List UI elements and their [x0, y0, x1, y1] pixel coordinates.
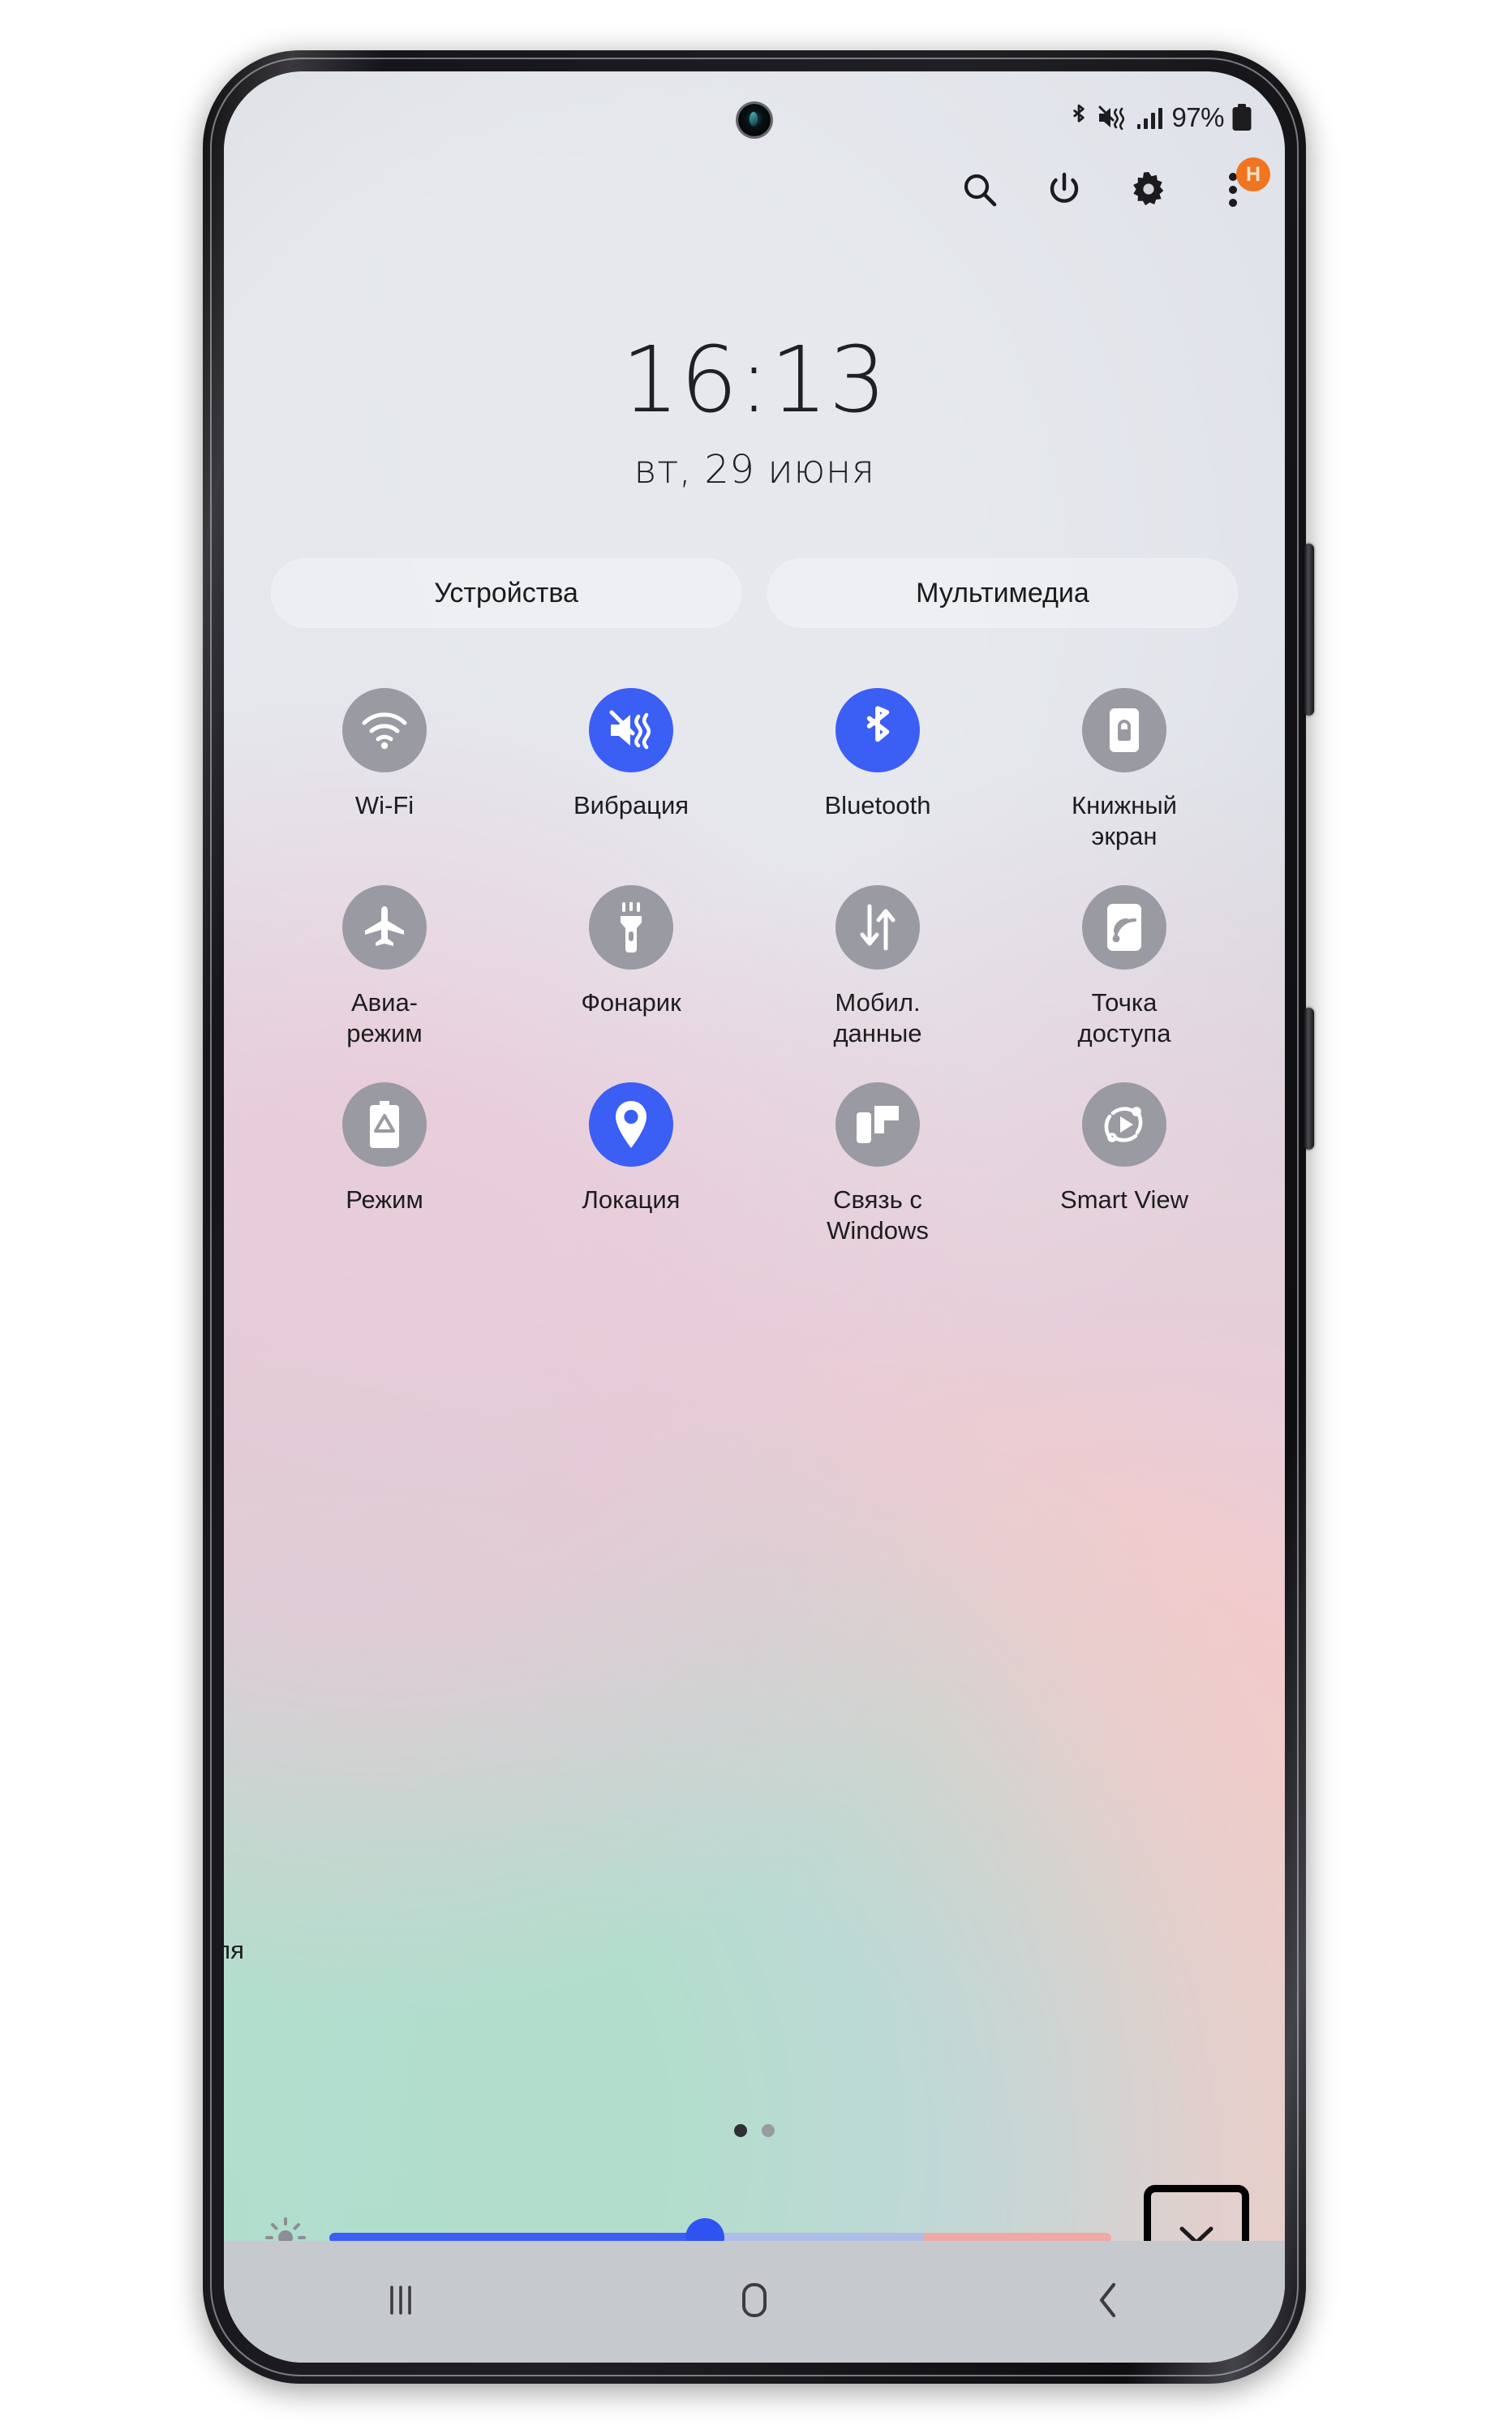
- quick-panel-pill-row: Устройства Мультимедиа: [271, 558, 1238, 628]
- home-icon: [737, 2280, 772, 2324]
- front-camera-punch-hole-icon: [738, 104, 771, 136]
- toggle-label: Мобил. данные: [833, 987, 922, 1048]
- phone-screen: 97% H 16:13 вт, 29 июня Устройства Мульт…: [224, 71, 1285, 2363]
- status-bar: 97%: [1068, 102, 1252, 133]
- toggle-label: Режим: [346, 1185, 423, 1214]
- wifi-icon: [342, 688, 427, 772]
- quick-settings-toggle-grid: Wi-Fi Вибрация Bluetooth Книжный экран А…: [261, 656, 1248, 1247]
- media-pill-button[interactable]: Мультимедиа: [767, 558, 1238, 628]
- toggle-label: Связь с Windows: [827, 1185, 929, 1245]
- clock-widget: 16:13 вт, 29 июня: [224, 335, 1285, 492]
- page-dot-2[interactable]: [762, 2124, 775, 2137]
- toggle-label: Wi-Fi: [354, 791, 415, 819]
- volume-rocker-button[interactable]: [1304, 544, 1314, 716]
- toggle-power-saving-mode[interactable]: Режим: [261, 1050, 508, 1247]
- cellular-signal-icon: [1136, 105, 1164, 131]
- search-button[interactable]: [957, 169, 1003, 214]
- page-dot-1[interactable]: [734, 2124, 747, 2137]
- toggle-mobile-data[interactable]: Мобил. данные: [754, 853, 1001, 1050]
- clock-time: 16:13: [621, 328, 887, 433]
- link-to-windows-icon: [835, 1082, 920, 1167]
- more-options-button[interactable]: H: [1210, 157, 1270, 214]
- toggle-screen-rotation-lock[interactable]: Книжный экран: [1001, 656, 1248, 853]
- devices-pill-button[interactable]: Устройства: [271, 558, 741, 628]
- toggle-hotspot[interactable]: Точка доступа: [1001, 853, 1248, 1050]
- location-pin-icon: [589, 1082, 673, 1167]
- hotspot-icon: [1082, 884, 1166, 970]
- quick-panel-header-actions: H: [957, 157, 1270, 214]
- toggle-label: Фонарик: [581, 987, 681, 1017]
- toggle-flashlight[interactable]: Фонарик: [508, 853, 754, 1050]
- toggle-location[interactable]: Локация: [508, 1050, 754, 1247]
- toggle-label: Локация: [582, 1185, 681, 1214]
- back-icon: [1094, 2280, 1122, 2324]
- clock-date: вт, 29 июня: [634, 447, 875, 492]
- page-indicator: [224, 2124, 1285, 2137]
- toggle-label: Авиа-режим: [346, 987, 423, 1048]
- phone-frame: 97% H 16:13 вт, 29 июня Устройства Мульт…: [203, 50, 1314, 2384]
- mobile-data-icon: [835, 884, 920, 970]
- recents-button[interactable]: [352, 2257, 449, 2346]
- gear-icon: [1128, 170, 1169, 214]
- smart-view-icon: [1082, 1082, 1166, 1167]
- toggle-airplane-mode[interactable]: Авиа-режим: [261, 853, 508, 1050]
- screen-rotation-lock-icon: [1082, 688, 1166, 772]
- back-button[interactable]: [1059, 2257, 1157, 2346]
- recents-icon: [383, 2281, 419, 2324]
- toggle-smart-view[interactable]: Smart View: [1001, 1050, 1248, 1247]
- navigation-bar: [224, 2241, 1285, 2363]
- toggle-row-2: Авиа-режим Фонарик Мобил. данные Точка д…: [261, 853, 1248, 1050]
- bluetooth-icon: [1068, 104, 1089, 131]
- power-button-header[interactable]: [1042, 169, 1087, 214]
- home-button[interactable]: [706, 2257, 803, 2346]
- flashlight-icon: [589, 884, 673, 970]
- vibrate-mute-icon: [1097, 104, 1129, 131]
- vibrate-icon: [589, 688, 673, 772]
- toggle-label: Книжный экран: [1072, 791, 1177, 851]
- search-icon: [960, 170, 999, 213]
- power-icon: [1045, 170, 1084, 213]
- clipped-overflow-label: ля: [224, 1936, 244, 1964]
- battery-full-icon: [1231, 104, 1252, 131]
- toggle-label: Smart View: [1060, 1185, 1188, 1214]
- toggle-label: Вибрация: [573, 791, 689, 819]
- power-side-button[interactable]: [1304, 1008, 1314, 1150]
- toggle-label: Точка доступа: [1077, 987, 1171, 1048]
- toggle-row-3: Режим Локация Связь с Windows Smart View: [261, 1050, 1248, 1247]
- toggle-link-to-windows[interactable]: Связь с Windows: [754, 1050, 1001, 1247]
- settings-button[interactable]: [1126, 169, 1171, 214]
- toggle-bluetooth[interactable]: Bluetooth: [754, 656, 1001, 853]
- user-account-badge[interactable]: H: [1236, 157, 1270, 191]
- airplane-icon: [342, 884, 427, 970]
- toggle-wifi[interactable]: Wi-Fi: [261, 656, 508, 853]
- power-saving-icon: [342, 1082, 427, 1167]
- bluetooth-icon: [835, 688, 920, 772]
- toggle-row-1: Wi-Fi Вибрация Bluetooth Книжный экран: [261, 656, 1248, 853]
- toggle-label: Bluetooth: [824, 791, 931, 819]
- battery-percent-label: 97%: [1171, 102, 1224, 132]
- toggle-vibration[interactable]: Вибрация: [508, 656, 754, 853]
